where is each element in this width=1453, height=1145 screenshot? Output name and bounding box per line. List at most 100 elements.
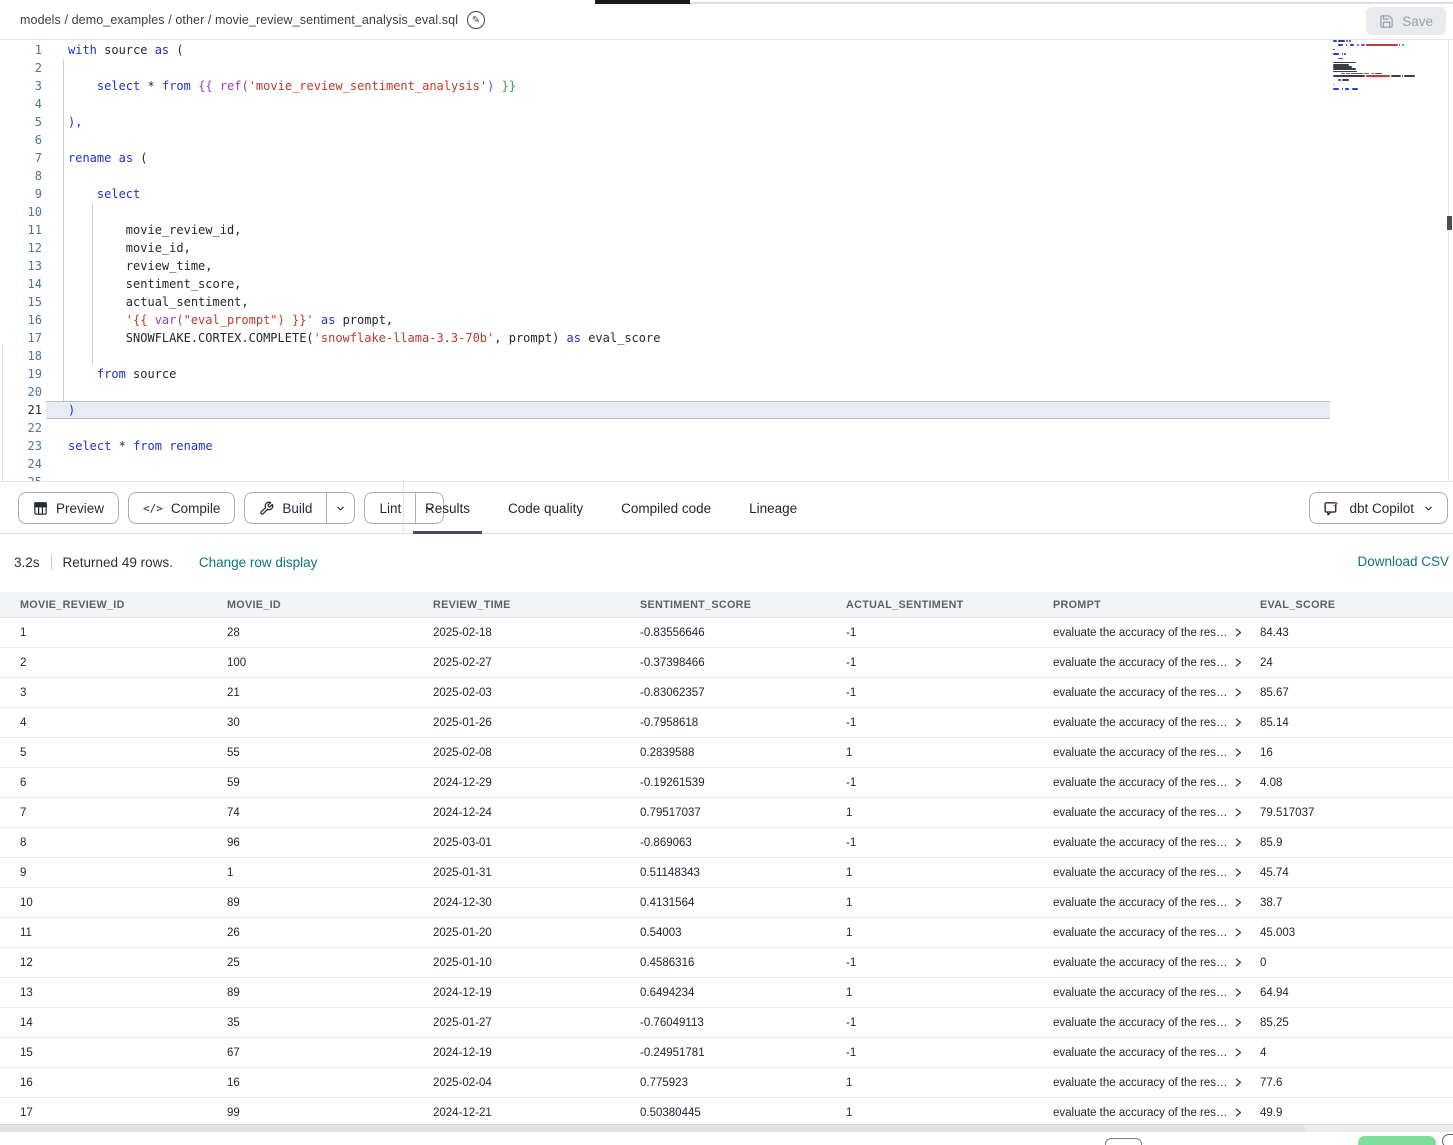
- code-line[interactable]: sentiment_score,: [0, 275, 1340, 293]
- column-header-sentiment_score[interactable]: SENTIMENT_SCORE: [640, 599, 846, 611]
- code-line[interactable]: [0, 455, 1340, 473]
- code-line[interactable]: '{{ var("eval_prompt") }}' as prompt,: [0, 311, 1340, 329]
- code-line[interactable]: [0, 131, 1340, 149]
- table-cell: 14: [20, 1017, 227, 1029]
- breadcrumb[interactable]: models / demo_examples / other / movie_r…: [20, 0, 485, 40]
- save-button[interactable]: Save: [1366, 7, 1446, 35]
- tab-compiled-code[interactable]: Compiled code: [621, 482, 711, 534]
- code-line[interactable]: review_time,: [0, 257, 1340, 275]
- column-header-review_time[interactable]: REVIEW_TIME: [433, 599, 640, 611]
- table-cell: 13: [20, 987, 227, 999]
- tab-code-quality[interactable]: Code quality: [508, 482, 583, 534]
- code-token: [68, 367, 97, 381]
- code-line[interactable]: select: [0, 185, 1340, 203]
- prompt-cell: evaluate the accuracy of the res…: [1053, 627, 1260, 639]
- table-cell-eval-score: 45.003: [1260, 927, 1453, 939]
- code-token: with: [68, 43, 97, 57]
- code-line[interactable]: select * from rename: [0, 437, 1340, 455]
- build-dropdown-caret[interactable]: [326, 493, 354, 523]
- code-line[interactable]: ),: [0, 113, 1340, 131]
- column-header-actual_sentiment[interactable]: ACTUAL_SENTIMENT: [846, 599, 1053, 611]
- expand-cell-chevron-icon[interactable]: [1233, 1017, 1243, 1028]
- code-line[interactable]: from source: [0, 365, 1340, 383]
- tab-lineage[interactable]: Lineage: [749, 482, 797, 534]
- column-header-movie_id[interactable]: MOVIE_ID: [227, 599, 433, 611]
- expand-cell-chevron-icon[interactable]: [1233, 1107, 1243, 1118]
- expand-cell-chevron-icon[interactable]: [1233, 927, 1243, 938]
- table-row: 6592024-12-29-0.19261539-1evaluate the a…: [0, 768, 1453, 798]
- preview-button[interactable]: Preview: [18, 492, 119, 524]
- expand-cell-chevron-icon[interactable]: [1233, 897, 1243, 908]
- column-header-eval_score[interactable]: EVAL_SCORE: [1260, 599, 1453, 611]
- table-row: 13892024-12-190.64942341evaluate the acc…: [0, 978, 1453, 1008]
- code-line[interactable]: [0, 383, 1340, 401]
- lint-button[interactable]: Lint: [365, 493, 415, 523]
- table-cell-eval-score: 0: [1260, 957, 1453, 969]
- breadcrumb-bar: models / demo_examples / other / movie_r…: [0, 0, 1453, 40]
- expand-cell-chevron-icon[interactable]: [1233, 1077, 1243, 1088]
- editor-scrollbar-thumb[interactable]: [1447, 216, 1452, 230]
- code-token: movie_review_id,: [68, 223, 241, 237]
- code-line[interactable]: with source as (: [0, 41, 1340, 59]
- code-line[interactable]: select * from {{ ref('movie_review_senti…: [0, 77, 1340, 95]
- table-cell: 7: [20, 807, 227, 819]
- code-line[interactable]: [0, 473, 1340, 482]
- expand-cell-chevron-icon[interactable]: [1233, 837, 1243, 848]
- code-line[interactable]: actual_sentiment,: [0, 293, 1340, 311]
- download-csv-link[interactable]: Download CSV: [1357, 554, 1449, 569]
- build-button[interactable]: Build: [245, 493, 326, 523]
- expand-cell-chevron-icon[interactable]: [1233, 657, 1243, 668]
- minimap[interactable]: [1333, 40, 1447, 110]
- code-token: ): [68, 403, 75, 417]
- table-cell: 55: [227, 747, 433, 759]
- bottom-cutoff-button[interactable]: [1105, 1138, 1142, 1145]
- code-line[interactable]: [0, 419, 1340, 437]
- code-line[interactable]: [0, 203, 1340, 221]
- code-editor[interactable]: 1234567891011121314151617181920212223242…: [0, 40, 1453, 482]
- code-line[interactable]: movie_review_id,: [0, 221, 1340, 239]
- prompt-preview-text: evaluate the accuracy of the res…: [1053, 747, 1228, 759]
- column-header-prompt[interactable]: PROMPT: [1053, 599, 1260, 611]
- tab-results[interactable]: Results: [425, 482, 470, 534]
- code-line[interactable]: rename as (: [0, 149, 1340, 167]
- code-line[interactable]: [0, 347, 1340, 365]
- expand-cell-chevron-icon[interactable]: [1233, 867, 1243, 878]
- table-cell: 16: [227, 1077, 433, 1089]
- bottom-cutoff-right-button[interactable]: [1442, 1134, 1453, 1145]
- change-row-display-link[interactable]: Change row display: [199, 555, 318, 570]
- code-line[interactable]: [0, 167, 1340, 185]
- code-line[interactable]: movie_id,: [0, 239, 1340, 257]
- expand-cell-chevron-icon[interactable]: [1233, 957, 1243, 968]
- expand-cell-chevron-icon[interactable]: [1233, 687, 1243, 698]
- table-cell: 1: [846, 987, 1053, 999]
- horizontal-scrollbar[interactable]: [0, 1124, 1453, 1132]
- code-token: [111, 151, 118, 165]
- code-line[interactable]: SNOWFLAKE.CORTEX.COMPLETE('snowflake-lla…: [0, 329, 1340, 347]
- dbt-copilot-button[interactable]: dbt Copilot: [1309, 492, 1448, 524]
- edit-file-icon[interactable]: ✎: [467, 11, 485, 29]
- table-cell: 35: [227, 1017, 433, 1029]
- code-line[interactable]: ): [0, 401, 1340, 419]
- expand-cell-chevron-icon[interactable]: [1233, 627, 1243, 638]
- code-token: , prompt): [494, 331, 566, 345]
- code-content[interactable]: with source as ( select * from {{ ref('m…: [0, 41, 1340, 482]
- code-line[interactable]: [0, 59, 1340, 77]
- table-cell: 59: [227, 777, 433, 789]
- bottom-cutoff-green-pill[interactable]: [1358, 1136, 1436, 1145]
- table-cell: -0.76049113: [640, 1017, 846, 1029]
- prompt-preview-text: evaluate the accuracy of the res…: [1053, 807, 1228, 819]
- code-token: [314, 313, 321, 327]
- prompt-preview-text: evaluate the accuracy of the res…: [1053, 1047, 1228, 1059]
- compile-button[interactable]: </> Compile: [128, 492, 235, 524]
- expand-cell-chevron-icon[interactable]: [1233, 747, 1243, 758]
- column-header-movie_review_id[interactable]: MOVIE_REVIEW_ID: [20, 599, 227, 611]
- expand-cell-chevron-icon[interactable]: [1233, 1047, 1243, 1058]
- expand-cell-chevron-icon[interactable]: [1233, 807, 1243, 818]
- table-cell: 0.4586316: [640, 957, 846, 969]
- expand-cell-chevron-icon[interactable]: [1233, 987, 1243, 998]
- editor-scrollbar-track: [1448, 40, 1449, 482]
- expand-cell-chevron-icon[interactable]: [1233, 717, 1243, 728]
- code-line[interactable]: [0, 95, 1340, 113]
- table-cell: 2025-03-01: [433, 837, 640, 849]
- expand-cell-chevron-icon[interactable]: [1233, 777, 1243, 788]
